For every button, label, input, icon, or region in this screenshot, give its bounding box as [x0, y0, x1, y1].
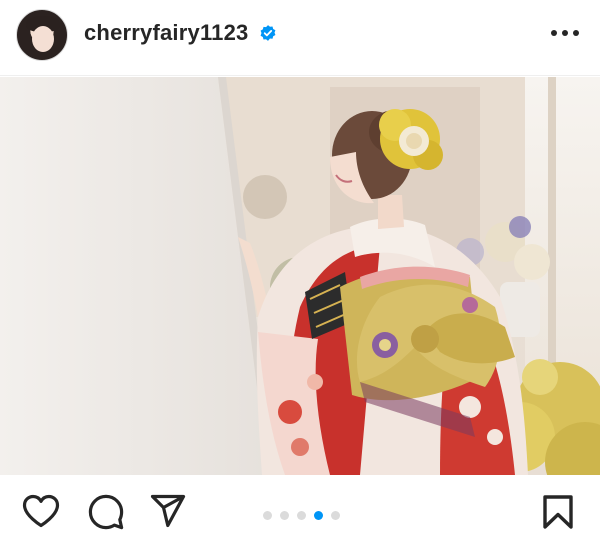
verified-badge-icon: [260, 25, 276, 41]
more-dot: [562, 30, 568, 36]
carousel-dot: [331, 511, 340, 520]
post-header: cherryfairy1123: [0, 0, 600, 76]
username-link[interactable]: cherryfairy1123: [84, 20, 248, 46]
post-image[interactable]: [0, 77, 600, 475]
more-options-icon[interactable]: [551, 24, 579, 42]
post-action-bar: [0, 476, 600, 542]
carousel-dot: [263, 511, 272, 520]
comment-bubble-icon[interactable]: [88, 494, 124, 530]
bookmark-icon[interactable]: [542, 494, 574, 530]
kimono-photo-illustration: [0, 77, 600, 475]
avatar-face: [32, 26, 54, 52]
avatar[interactable]: [16, 9, 68, 61]
more-dot: [551, 30, 557, 36]
more-dot: [573, 30, 579, 36]
carousel-dot: [297, 511, 306, 520]
paper-plane-icon[interactable]: [150, 494, 186, 528]
carousel-dot: [280, 511, 289, 520]
carousel-dot-active: [314, 511, 323, 520]
carousel-indicator: [263, 511, 340, 520]
heart-icon[interactable]: [22, 494, 60, 528]
